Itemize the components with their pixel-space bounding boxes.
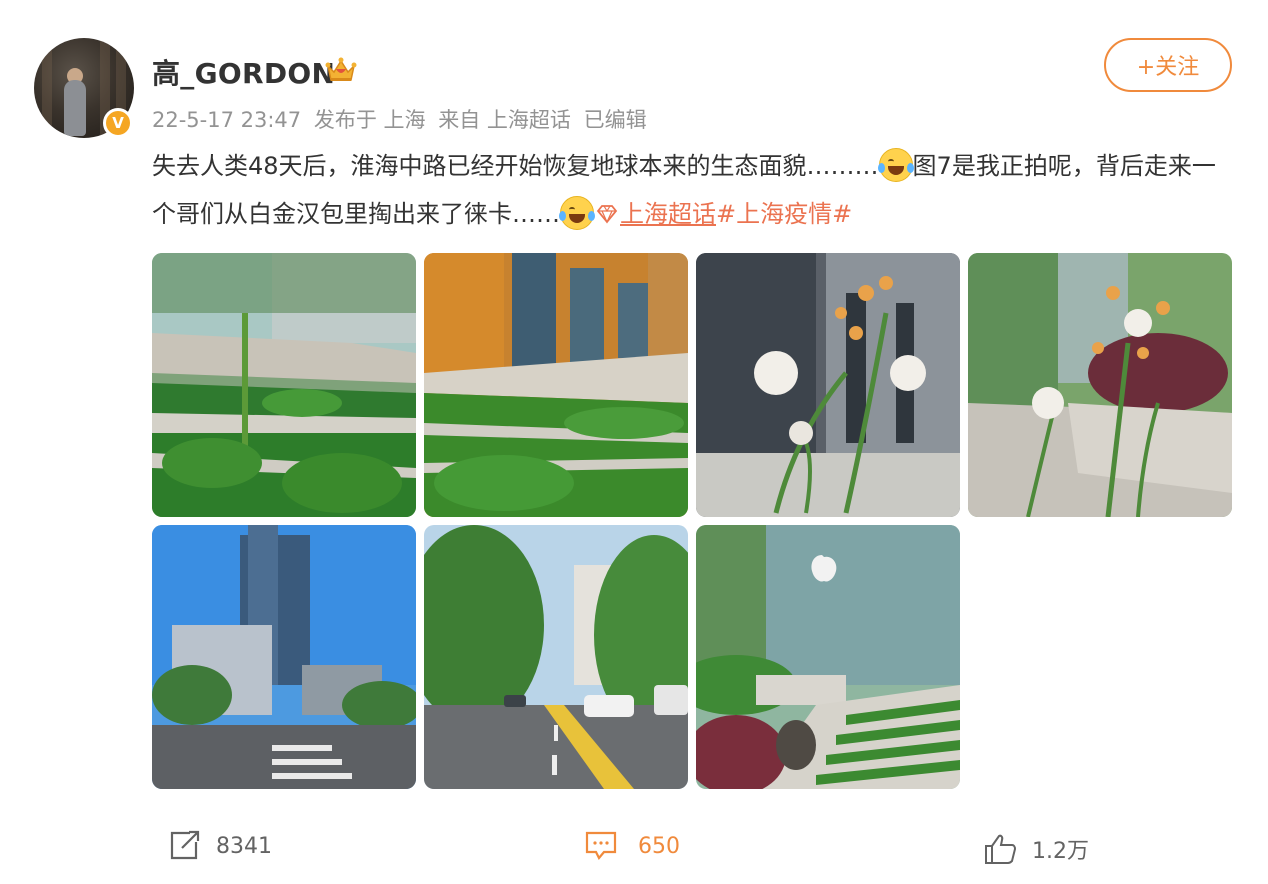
comment-button[interactable]: 650 [584,826,680,866]
like-count: 1.2万 [1032,839,1089,864]
post-content: 失去人类48天后，淮海中路已经开始恢复地球本来的生态面貌……… 图7是我正拍呢，背… [152,142,1232,238]
super-topic-link[interactable]: 上海超话 [620,200,716,228]
post-meta: 22-5-17 23:47 发布于 上海 来自 上海超话 已编辑 [152,104,653,134]
laugh-cry-emoji-icon-2 [559,196,595,230]
post-source[interactable]: 来自 上海超话 [438,108,571,132]
photo-steps-weeds-1[interactable] [152,253,416,517]
post-text-part1: 失去人类48天后，淮海中路已经开始恢复地球本来的生态面貌……… [152,152,879,180]
vip-crown-icon [325,57,357,81]
photo-dandelion-2[interactable] [968,253,1232,517]
post-date[interactable]: 22-5-17 23:47 [152,108,301,132]
thumbs-up-icon [985,834,1017,864]
post-location: 发布于 上海 [313,108,426,132]
photo-tower-street[interactable] [152,525,416,789]
photo-apple-store-steps[interactable] [696,525,960,789]
verified-badge-icon: V [103,108,133,138]
like-button[interactable]: 1.2万 [984,829,1089,869]
hashtag-link[interactable]: #上海疫情# [716,200,852,228]
avatar-person [64,80,86,136]
photo-empty-road[interactable] [424,525,688,789]
repost-count: 8341 [216,833,272,859]
repost-button[interactable]: 8341 [168,826,272,866]
username[interactable]: 高_GORDON [152,52,335,92]
photo-dandelion-1[interactable] [696,253,960,517]
super-topic-gem-icon [596,205,618,224]
laugh-cry-emoji-icon [877,148,914,182]
edited-label[interactable]: 已编辑 [584,108,647,132]
comment-icon [585,831,617,860]
repost-icon [170,830,200,860]
photo-steps-weeds-2[interactable] [424,253,688,517]
comment-count: 650 [638,833,680,859]
follow-button[interactable]: +关注 [1104,38,1232,92]
